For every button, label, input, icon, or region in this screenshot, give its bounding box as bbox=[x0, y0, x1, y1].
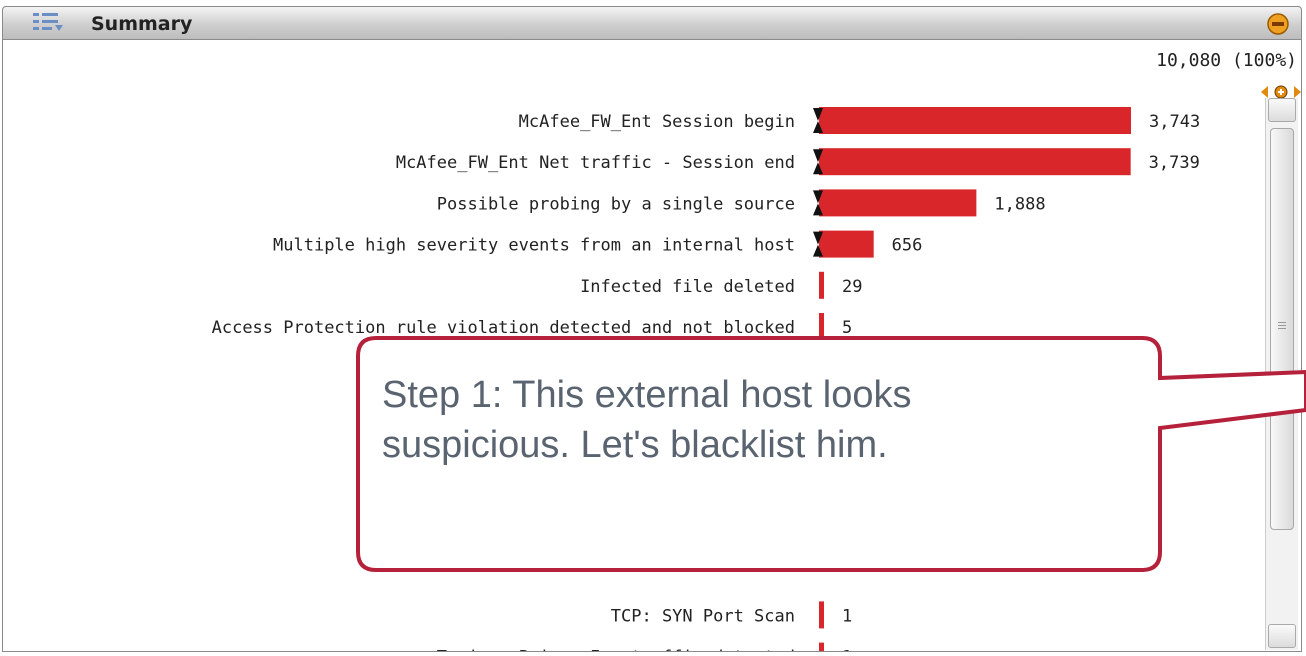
callout-line-2: suspicious. Let's blacklist him. bbox=[382, 424, 888, 466]
row-label: McAfee_FW_Ent Session begin bbox=[519, 112, 795, 132]
minimize-icon[interactable] bbox=[1267, 13, 1289, 35]
row-label: Trojan: Poison Ivy traffic detected bbox=[437, 648, 795, 652]
row-label: File infected - Undeterm bbox=[549, 524, 795, 544]
bar[interactable] bbox=[819, 189, 977, 217]
list-menu-icon[interactable] bbox=[29, 10, 65, 36]
row-value: 1 bbox=[842, 648, 852, 652]
bar[interactable] bbox=[819, 148, 1131, 176]
bar[interactable] bbox=[819, 313, 824, 340]
bar[interactable] bbox=[819, 271, 824, 299]
bar[interactable] bbox=[819, 107, 1131, 134]
row-value: 5 bbox=[842, 318, 852, 338]
row-value: 3,739 bbox=[1149, 153, 1200, 173]
summary-window: Summary 10,080 (100%) McAfee_FW_Ent Sess… bbox=[0, 0, 1306, 656]
scroll-thumb[interactable] bbox=[1270, 128, 1294, 530]
panel-body: 10,080 (100%) McAfee_FW_Ent Session begi… bbox=[2, 40, 1302, 652]
row-value: 3,743 bbox=[1149, 112, 1200, 132]
row-value: 29 bbox=[842, 277, 862, 297]
row-value: 1,888 bbox=[994, 194, 1045, 214]
row-label: TCP: SYN Port Scan bbox=[611, 606, 795, 626]
row-label: Multiple high severity events from an in… bbox=[273, 236, 795, 256]
callout-line-1: Step 1: This external host looks bbox=[382, 374, 912, 416]
callout-text: Step 1: This external host looks suspici… bbox=[382, 370, 1142, 470]
row-label: McAfee_FW_Ent Net traffic - Session end bbox=[396, 153, 795, 173]
row-label: Access Protection rule violation detecte… bbox=[212, 318, 795, 338]
panel-titlebar: Summary bbox=[2, 6, 1302, 40]
row-label: Possible probing by a single source bbox=[437, 194, 795, 214]
row-value: 1 bbox=[842, 606, 852, 626]
scroll-down-button[interactable] bbox=[1268, 624, 1296, 648]
row-label: Infected file deleted bbox=[580, 277, 795, 297]
vertical-scrollbar[interactable] bbox=[1265, 98, 1298, 650]
grip-icon bbox=[1278, 322, 1286, 329]
bar[interactable] bbox=[819, 601, 824, 629]
bar[interactable] bbox=[819, 230, 874, 258]
scroll-up-button[interactable] bbox=[1268, 98, 1296, 122]
bar[interactable] bbox=[819, 642, 824, 652]
panel-title: Summary bbox=[91, 13, 193, 35]
summary-bar-chart: McAfee_FW_Ent Session begin 3,743 McAfee_F… bbox=[212, 107, 1200, 652]
row-value: 656 bbox=[892, 236, 923, 256]
